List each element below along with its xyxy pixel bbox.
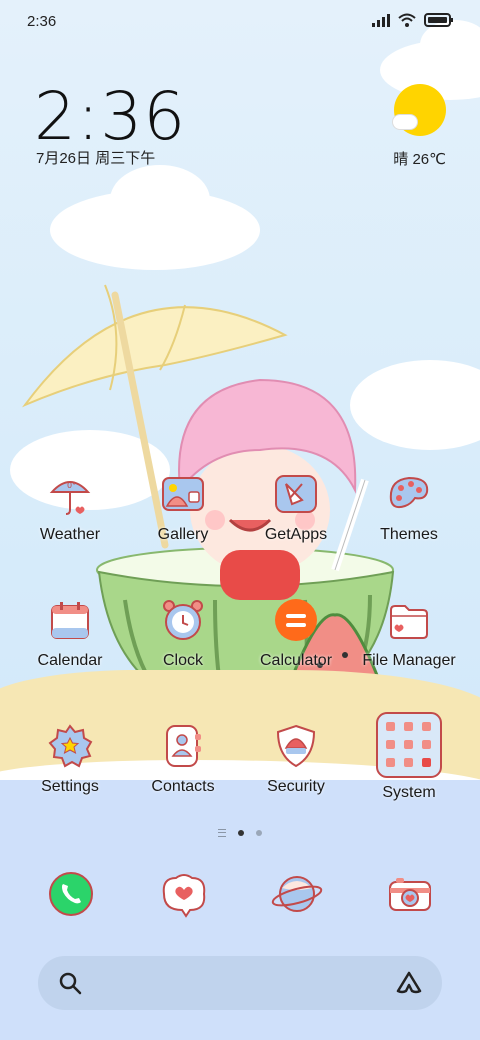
camera-icon <box>389 878 431 911</box>
gear-icon <box>48 724 93 768</box>
search-bar[interactable] <box>38 956 442 1010</box>
app-clock[interactable]: Clock <box>127 596 239 670</box>
umbrella-icon: 0° <box>49 481 91 515</box>
weather-widget[interactable]: 晴 26℃ <box>386 84 446 174</box>
app-weather[interactable]: 0° Weather <box>14 470 126 544</box>
clock-widget-time[interactable]: 2:36 <box>34 78 186 155</box>
palette-icon <box>389 476 429 509</box>
app-calculator-label: Calculator <box>259 652 333 669</box>
signal-icon <box>372 13 390 32</box>
assistant-icon[interactable] <box>396 971 422 1000</box>
page-dot[interactable] <box>256 830 262 836</box>
dock <box>0 866 480 922</box>
dock-phone[interactable] <box>43 866 99 922</box>
app-settings[interactable]: Settings <box>14 722 126 796</box>
app-system-folder-label: System <box>382 784 436 801</box>
app-contacts-label: Contacts <box>151 778 215 795</box>
shield-icon <box>276 724 316 768</box>
folder-grid-icon <box>376 712 442 778</box>
search-icon[interactable] <box>58 971 82 1000</box>
app-calculator[interactable]: Calculator <box>240 596 352 670</box>
page-menu-icon[interactable] <box>218 829 226 837</box>
app-getapps-label: GetApps <box>264 526 328 543</box>
app-system-folder[interactable]: System <box>353 712 465 802</box>
dock-browser[interactable] <box>269 866 325 922</box>
app-settings-label: Settings <box>41 778 99 795</box>
page-dot-active[interactable] <box>238 830 244 836</box>
page-indicator[interactable] <box>0 829 480 837</box>
battery-icon <box>424 13 454 32</box>
messages-icon <box>162 874 206 918</box>
dock-camera[interactable] <box>382 866 438 922</box>
app-themes[interactable]: Themes <box>353 470 465 544</box>
app-gallery-label: Gallery <box>157 526 209 543</box>
calendar-icon <box>51 602 89 639</box>
status-bar: 2:36 <box>0 0 480 40</box>
app-security[interactable]: Security <box>240 722 352 796</box>
app-getapps[interactable]: GetApps <box>240 470 352 544</box>
status-icons <box>372 13 454 32</box>
folder-icon <box>390 605 428 639</box>
getapps-icon <box>275 475 317 513</box>
dock-messages[interactable] <box>156 866 212 922</box>
app-weather-label: Weather <box>39 526 101 543</box>
app-contacts[interactable]: Contacts <box>127 722 239 796</box>
phone-icon <box>49 872 93 916</box>
alarm-clock-icon <box>163 600 203 640</box>
app-calendar-label: Calendar <box>37 652 103 669</box>
calculator-icon <box>275 599 317 641</box>
clock-widget-date: 7月26日 周三下午 <box>36 150 156 167</box>
app-clock-label: Clock <box>162 652 203 669</box>
svg-text:0°: 0° <box>67 481 76 490</box>
weather-widget-text: 晴 26℃ <box>393 151 446 168</box>
app-themes-label: Themes <box>380 526 438 543</box>
wifi-icon <box>398 13 416 32</box>
browser-planet-icon <box>271 876 323 912</box>
gallery-icon <box>162 477 204 511</box>
app-file-manager[interactable]: File Manager <box>353 596 465 670</box>
app-gallery[interactable]: Gallery <box>127 470 239 544</box>
app-calendar[interactable]: Calendar <box>14 596 126 670</box>
contacts-icon <box>166 725 201 767</box>
app-security-label: Security <box>267 778 325 795</box>
status-time: 2:36 <box>27 13 57 30</box>
app-file-manager-label: File Manager <box>362 652 456 669</box>
